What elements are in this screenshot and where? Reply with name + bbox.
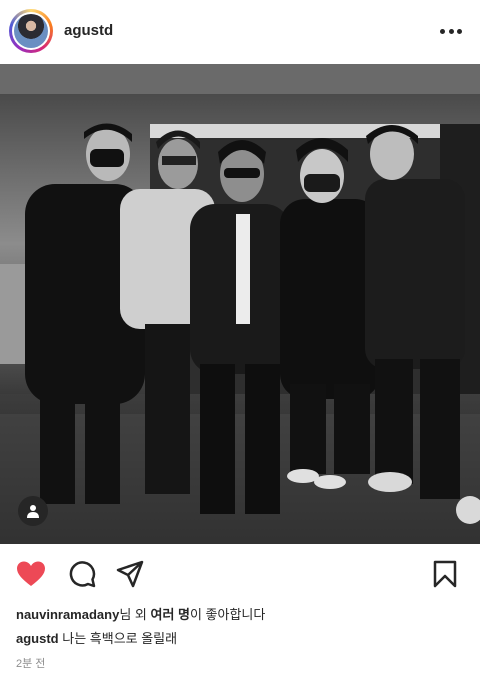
action-bar bbox=[0, 552, 480, 596]
avatar[interactable] bbox=[9, 9, 53, 53]
avatar-image bbox=[14, 14, 48, 48]
share-button[interactable] bbox=[116, 560, 144, 593]
likes-text-middle: 님 외 bbox=[119, 607, 151, 622]
post-photo[interactable] bbox=[0, 64, 480, 544]
bookmark-icon bbox=[433, 560, 457, 588]
likes-text-end: 이 좋아합니다 bbox=[189, 607, 266, 622]
comment-button[interactable] bbox=[68, 560, 96, 593]
send-icon bbox=[116, 560, 144, 588]
post-caption: agustd 나는 흑백으로 올릴래 bbox=[16, 628, 177, 647]
heart-filled-icon bbox=[17, 561, 45, 586]
like-button[interactable] bbox=[16, 560, 46, 593]
ceiling bbox=[0, 64, 480, 94]
post-username[interactable]: agustd bbox=[64, 22, 113, 39]
post-timestamp: 2분 전 bbox=[16, 658, 46, 670]
more-dot bbox=[440, 28, 445, 34]
avatar-ring-gap bbox=[12, 12, 50, 50]
liker-username[interactable]: nauvinramadany bbox=[16, 607, 119, 622]
comment-icon bbox=[69, 561, 96, 588]
more-dot bbox=[457, 28, 462, 34]
save-button[interactable] bbox=[432, 560, 458, 593]
likes-summary[interactable]: nauvinramadany님 외 여러 명이 좋아합니다 bbox=[16, 604, 265, 623]
caption-username[interactable]: agustd bbox=[16, 631, 59, 646]
group-photo-illustration bbox=[0, 64, 480, 544]
likes-others[interactable]: 여러 명 bbox=[150, 607, 190, 622]
more-dot bbox=[448, 28, 454, 34]
caption-text: 나는 흑백으로 올릴래 bbox=[58, 631, 178, 646]
user-tag-icon[interactable] bbox=[18, 496, 48, 526]
more-options-icon[interactable] bbox=[440, 22, 462, 40]
post-header: agustd bbox=[0, 0, 480, 64]
person-icon bbox=[27, 505, 39, 518]
